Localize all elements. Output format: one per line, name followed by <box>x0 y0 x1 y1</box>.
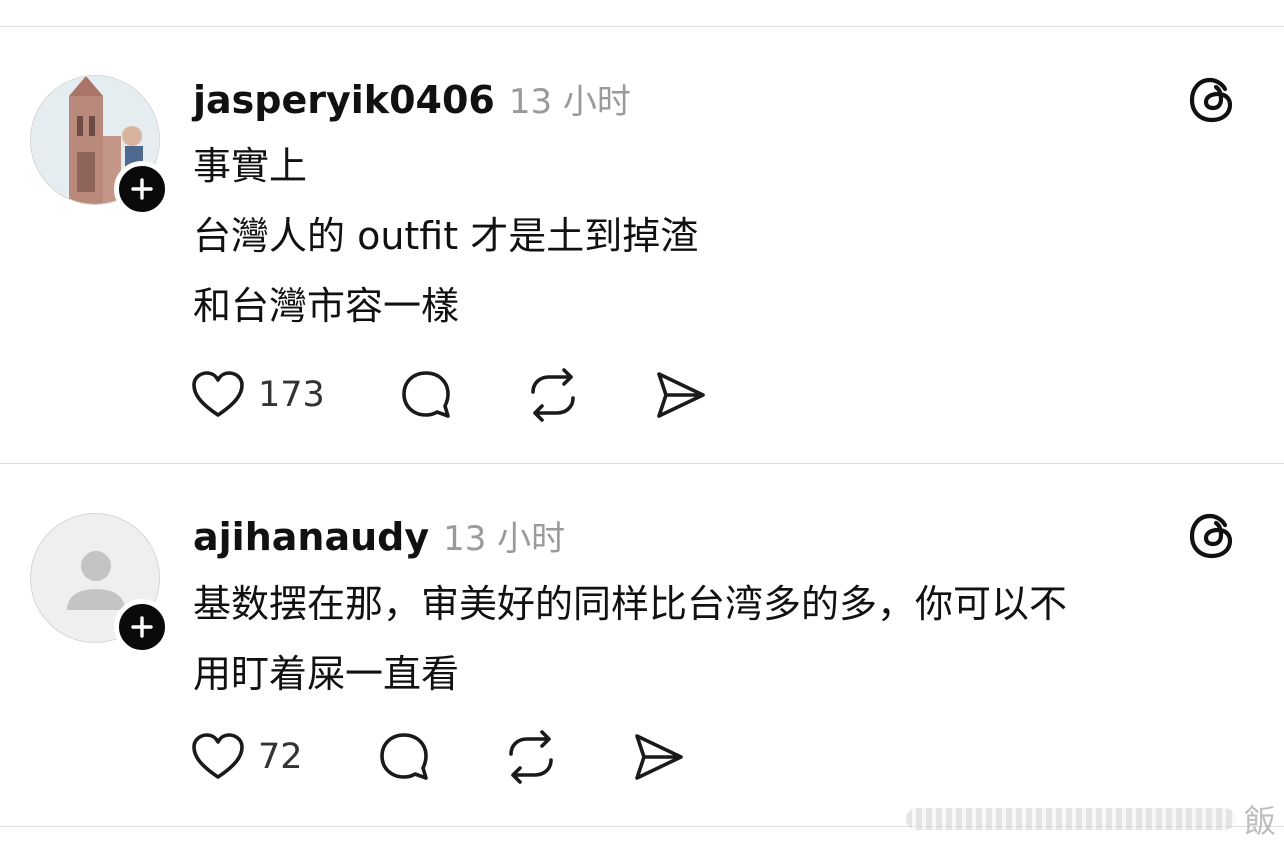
content-line: 台灣人的 outfit 才是土到掉渣 <box>193 214 699 258</box>
speech-bubble-icon <box>379 733 428 780</box>
heart-icon <box>192 733 244 779</box>
username[interactable]: jasperyik0406 <box>193 78 495 122</box>
like-button[interactable]: 173 <box>190 367 325 423</box>
timestamp: 13 小时 <box>443 519 566 559</box>
plus-icon <box>131 178 153 200</box>
post-header: ajihanaudy 13 小时 <box>193 511 565 560</box>
heart-icon <box>192 371 244 417</box>
content-line: 和台灣市容一樣 <box>193 284 460 328</box>
follow-button[interactable] <box>114 599 170 655</box>
threads-logo-icon[interactable] <box>1187 75 1237 125</box>
action-bar: 72 <box>190 729 687 785</box>
threads-logo-icon[interactable] <box>1187 511 1237 561</box>
reply-button[interactable] <box>377 729 431 785</box>
timestamp: 13 小时 <box>508 82 631 122</box>
repost-icon <box>508 730 553 784</box>
username[interactable]: ajihanaudy <box>193 515 429 559</box>
follow-button[interactable] <box>114 161 170 217</box>
avatar[interactable] <box>30 75 170 217</box>
watermark: 飯 <box>905 796 1276 842</box>
repost-icon <box>531 368 575 422</box>
share-button[interactable] <box>631 729 687 785</box>
top-divider <box>0 26 1284 27</box>
avatar[interactable] <box>30 513 170 655</box>
like-button[interactable]: 72 <box>190 729 303 785</box>
plus-icon <box>131 616 153 638</box>
send-icon <box>657 372 705 418</box>
share-button[interactable] <box>653 367 709 423</box>
action-bar: 173 <box>190 367 709 423</box>
post-content: 基数摆在那，审美好的同样比台湾多的多，你可以不 用盯着屎一直看 <box>193 569 1253 709</box>
post-header: jasperyik0406 13 小时 <box>193 74 631 123</box>
post-divider <box>0 463 1284 464</box>
like-count: 72 <box>258 737 303 777</box>
reply-button[interactable] <box>399 367 453 423</box>
speech-bubble-icon <box>402 371 450 418</box>
send-icon <box>634 734 683 780</box>
repost-button[interactable] <box>525 367 581 423</box>
watermark-bar <box>905 808 1236 830</box>
content-line: 事實上 <box>193 144 308 188</box>
content-line: 基数摆在那，审美好的同样比台湾多的多，你可以不 <box>193 582 1068 626</box>
repost-button[interactable] <box>503 729 559 785</box>
post-content: 事實上 台灣人的 outfit 才是土到掉渣 和台灣市容一樣 <box>193 131 1253 341</box>
like-count: 173 <box>258 375 325 415</box>
content-line: 用盯着屎一直看 <box>193 652 460 696</box>
watermark-text: 飯 <box>1243 802 1276 840</box>
